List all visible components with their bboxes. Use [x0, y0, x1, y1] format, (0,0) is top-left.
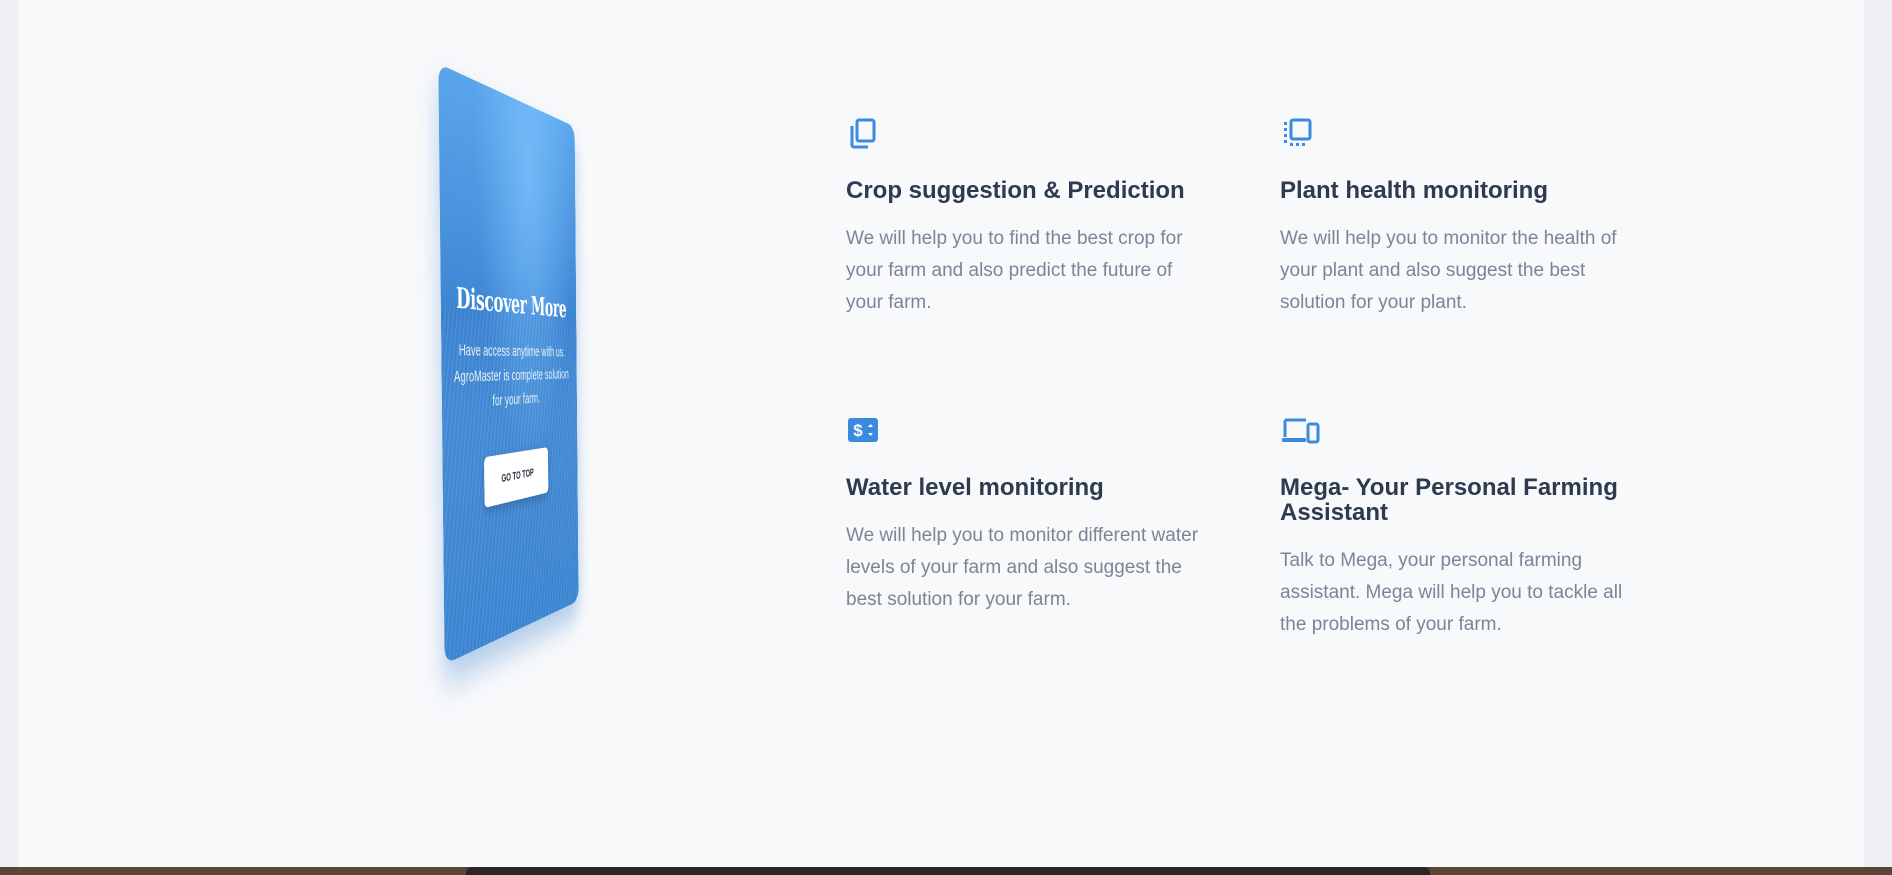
feature-plant-health: Plant health monitoring We will help you… — [1280, 116, 1640, 319]
feature-title: Plant health monitoring — [1280, 178, 1640, 203]
feature-description: We will help you to find the best crop f… — [846, 223, 1206, 319]
promo-text: Have access anytime with us. AgroMaster … — [453, 338, 569, 418]
next-section-edge — [0, 867, 1892, 875]
devices-icon — [1280, 413, 1320, 447]
feature-crop-suggestion: Crop suggestion & Prediction We will hel… — [846, 116, 1206, 319]
feature-water-level: $ Water level monitoring We will help yo… — [846, 413, 1206, 616]
promo-title: Discover More — [441, 280, 577, 324]
next-section-panel — [466, 867, 1430, 875]
feature-title: Mega- Your Personal Farming Assistant — [1280, 475, 1640, 525]
select-frame-icon — [1280, 116, 1314, 150]
copy-icon — [846, 116, 880, 150]
promo-card-stage: Discover More Have access anytime with u… — [400, 28, 640, 733]
feature-description: Talk to Mega, your personal farming assi… — [1280, 545, 1640, 641]
feature-title: Crop suggestion & Prediction — [846, 178, 1206, 203]
feature-description: We will help you to monitor the health o… — [1280, 223, 1640, 319]
promo-card: Discover More Have access anytime with u… — [438, 64, 578, 665]
feature-description: We will help you to monitor different wa… — [846, 520, 1206, 616]
feature-personal-assistant: Mega- Your Personal Farming Assistant Ta… — [1280, 413, 1640, 641]
svg-text:$: $ — [853, 421, 863, 440]
money-icon: $ — [846, 413, 880, 447]
feature-title: Water level monitoring — [846, 475, 1206, 500]
go-to-top-button[interactable]: GO TO TOP — [484, 447, 549, 508]
